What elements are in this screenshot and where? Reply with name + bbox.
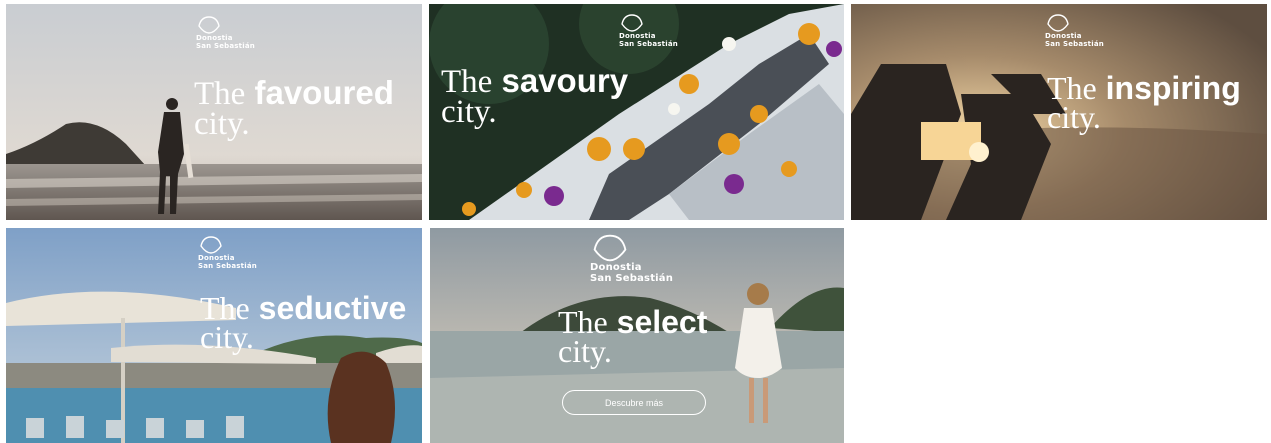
brand-logo[interactable]: Donostia San Sebastián <box>196 16 255 50</box>
tile-favoured[interactable]: Donostia San Sebastián The favoured city… <box>6 4 422 220</box>
brand-logo[interactable]: Donostia San Sebastián <box>198 236 257 270</box>
headline: The savoury city. <box>441 62 629 131</box>
shell-logo-icon <box>1047 14 1069 32</box>
brand-line2: San Sebastián <box>196 42 255 50</box>
shell-logo-icon <box>198 16 220 34</box>
shell-logo-icon <box>200 236 222 254</box>
brand-logo[interactable]: Donostia San Sebastián <box>619 14 678 48</box>
brand-line2: San Sebastián <box>1045 40 1104 48</box>
tile-select[interactable]: Donostia San Sebastián The select city. … <box>430 228 844 443</box>
brand-line1: Donostia <box>619 32 656 40</box>
brand-line1: Donostia <box>198 254 235 262</box>
tile-savoury[interactable]: Donostia San Sebastián The savoury city. <box>429 4 844 220</box>
brand-line2: San Sebastián <box>590 273 674 284</box>
brand-line1: Donostia <box>590 262 642 273</box>
tile-seductive[interactable]: Donostia San Sebastián The seductive cit… <box>6 228 422 443</box>
discover-more-button[interactable]: Descubre más <box>562 390 706 415</box>
headline: The seductive city. <box>200 290 407 356</box>
headline: The select city. <box>558 304 708 370</box>
brand-line1: Donostia <box>196 34 233 42</box>
headline: The inspiring city. <box>1047 70 1241 136</box>
shell-logo-icon <box>593 234 627 262</box>
brand-line1: Donostia <box>1045 32 1082 40</box>
shell-logo-icon <box>621 14 643 32</box>
brand-line2: San Sebastián <box>198 262 257 270</box>
headline: The favoured city. <box>194 74 394 143</box>
tile-inspiring[interactable]: Donostia San Sebastián The inspiring cit… <box>851 4 1267 220</box>
brand-logo[interactable]: Donostia San Sebastián <box>1045 14 1104 48</box>
brand-logo[interactable]: Donostia San Sebastián <box>590 234 673 284</box>
brand-line2: San Sebastián <box>619 40 678 48</box>
